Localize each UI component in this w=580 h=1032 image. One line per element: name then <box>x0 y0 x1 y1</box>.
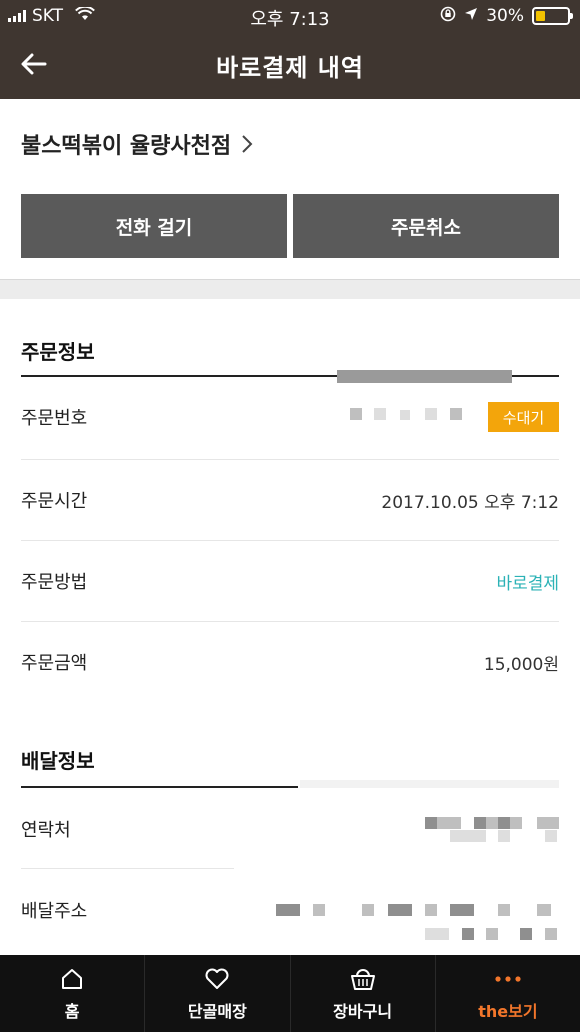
tab-home[interactable]: 홈 <box>0 955 146 1032</box>
redacted-pixel <box>350 408 362 420</box>
status-left: SKT <box>8 5 95 26</box>
redacted-pixel <box>313 904 325 916</box>
address-label: 배달주소 <box>21 901 88 922</box>
order-amount-label: 주문금액 <box>21 653 88 674</box>
tab-favorite-stores[interactable]: 단골매장 <box>145 955 291 1032</box>
redacted-pixel <box>450 904 474 916</box>
home-icon <box>60 966 84 992</box>
order-number-label: 주문번호 <box>21 408 88 429</box>
status-badge: 수대기 <box>488 402 559 432</box>
back-button[interactable] <box>16 46 52 82</box>
redacted-pixel <box>510 817 522 829</box>
action-buttons: 전화 걸기 주문취소 <box>21 194 559 258</box>
row-separator <box>21 868 234 869</box>
redacted-pixel <box>425 817 437 829</box>
bottom-tab-bar: 홈 단골매장 장바구니 the보기 <box>0 955 580 1032</box>
order-time-value: 2017.10.05 오후 7:12 <box>381 492 559 513</box>
carrier-label: SKT <box>32 6 64 26</box>
store-link[interactable]: 불스떡볶이 율량사천점 <box>21 128 253 160</box>
redacted-pixel <box>400 410 410 420</box>
redacted-pixel <box>300 780 559 788</box>
redacted-pixel <box>545 830 557 842</box>
store-name: 불스떡볶이 율량사천점 <box>21 134 232 159</box>
order-time-label: 주문시간 <box>21 491 88 512</box>
tab-favorite-label: 단골매장 <box>187 1001 247 1021</box>
tab-more-label: the보기 <box>478 1001 538 1021</box>
order-time-row: 주문시간 2017.10.05 오후 7:12 <box>21 486 559 514</box>
battery-percent: 30% <box>486 6 524 26</box>
redacted-pixel <box>450 830 486 842</box>
battery-icon <box>532 7 573 25</box>
status-bar: SKT 오후 7:13 30% <box>0 0 580 32</box>
redacted-pixel <box>474 817 486 829</box>
back-arrow-icon <box>21 53 47 75</box>
redacted-pixel <box>374 408 386 420</box>
redacted-pixel <box>486 928 498 940</box>
signal-icon <box>8 10 26 22</box>
redacted-pixel <box>425 408 437 420</box>
heart-icon <box>204 966 230 992</box>
redacted-pixel <box>425 928 449 940</box>
chevron-right-icon <box>242 135 253 153</box>
redacted-pixel <box>520 928 532 940</box>
delivery-info-rule <box>21 786 298 788</box>
redacted-pixel <box>498 817 510 829</box>
tab-more[interactable]: the보기 <box>436 955 580 1032</box>
section-divider <box>0 279 580 299</box>
row-separator <box>21 540 559 541</box>
more-dots-icon <box>493 966 523 992</box>
redacted-pixel <box>486 817 498 829</box>
redacted-pixel <box>537 904 551 916</box>
order-info-title: 주문정보 <box>21 340 95 364</box>
tab-home-label: 홈 <box>64 1001 80 1021</box>
redacted-pixel <box>450 408 462 420</box>
order-method-label: 주문방법 <box>21 572 88 593</box>
order-method-row: 주문방법 바로결제 <box>21 567 559 595</box>
redacted-pixel <box>462 928 474 940</box>
cancel-order-button[interactable]: 주문취소 <box>293 194 559 258</box>
row-separator <box>21 459 559 460</box>
tab-cart-label: 장바구니 <box>333 1001 393 1021</box>
redacted-pixel <box>545 928 557 940</box>
call-button[interactable]: 전화 걸기 <box>21 194 287 258</box>
redacted-pixel <box>388 904 412 916</box>
basket-icon <box>349 966 377 992</box>
redacted-pixel <box>537 817 559 829</box>
redacted-pixel <box>498 830 510 842</box>
nav-bar: 바로결제 내역 <box>0 32 580 99</box>
redacted-pixel <box>437 817 461 829</box>
app-header: SKT 오후 7:13 30% 바로결제 내역 <box>0 0 580 99</box>
row-separator <box>21 621 559 622</box>
redacted-pixel <box>362 904 374 916</box>
status-right: 30% <box>440 6 573 27</box>
tab-cart[interactable]: 장바구니 <box>291 955 436 1032</box>
order-amount-value: 15,000원 <box>483 654 559 675</box>
redacted-bar <box>337 370 512 383</box>
order-method-value: 바로결제 <box>496 573 559 594</box>
order-amount-row: 주문금액 15,000원 <box>21 648 559 676</box>
redacted-pixel <box>425 904 437 916</box>
delivery-info-title: 배달정보 <box>21 749 95 773</box>
battery-fill <box>536 11 545 21</box>
redacted-pixel <box>276 904 300 916</box>
location-arrow-icon <box>464 6 478 26</box>
contact-label: 연락처 <box>21 820 71 841</box>
rotation-lock-icon <box>440 6 456 27</box>
page-title: 바로결제 내역 <box>216 54 364 82</box>
order-number-row: 주문번호 <box>21 403 559 431</box>
redacted-pixel <box>498 904 510 916</box>
wifi-icon <box>75 5 95 26</box>
